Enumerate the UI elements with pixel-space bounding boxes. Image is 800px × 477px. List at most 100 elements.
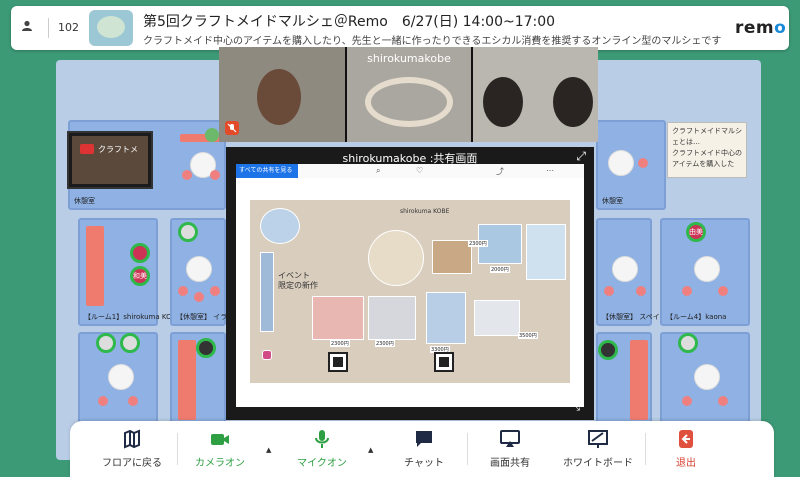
play-icon (80, 144, 94, 154)
flyer-photo (260, 252, 274, 332)
qr-code (434, 352, 454, 372)
exit-icon (646, 429, 726, 449)
toolbar-divider (177, 433, 178, 465)
screen-share-button-label: 画面共有 (490, 458, 530, 469)
chat-button-label: チャット (404, 458, 444, 469)
event-logo (89, 10, 133, 46)
seat[interactable] (718, 286, 728, 296)
video-board-text: クラフトメ (98, 145, 138, 154)
flyer-brand: shirokuma KOBE (400, 208, 450, 215)
flyer-photo (312, 296, 364, 340)
room-table (108, 364, 134, 390)
mic-button-label: マイクオン (297, 458, 347, 469)
seat[interactable] (210, 286, 220, 296)
video-strip: shirokumakobe (219, 47, 598, 142)
qr-code (328, 352, 348, 372)
video-tile-name: shirokumakobe (367, 52, 451, 65)
room-table (186, 256, 212, 282)
flyer-photo (368, 230, 424, 286)
mic-options-caret[interactable]: ▲ (368, 446, 373, 454)
divider (48, 18, 49, 38)
collapse-icon[interactable]: ⤡ (571, 400, 580, 414)
camera-button[interactable]: カメラオン (180, 429, 260, 473)
flyer-photo (426, 292, 466, 344)
room-label: 【休憩室】 スペイン (602, 313, 667, 321)
seat[interactable] (182, 170, 192, 180)
remo-logo: remo (735, 18, 787, 38)
flyer-photo (368, 296, 416, 340)
bottom-toolbar: フロアに戻る カメラオン ▲ マイクオン ▲ チャット 画面共有 ホワイトボード (70, 421, 774, 477)
room-label: 【ルーム4】kaona (666, 313, 727, 321)
seat[interactable] (604, 286, 614, 296)
floor-button[interactable]: フロアに戻る (92, 429, 172, 473)
attendee-avatar[interactable] (196, 338, 216, 358)
expand-icon[interactable]: ⤢ (576, 149, 586, 164)
video-board-screen: クラフトメ (72, 136, 148, 184)
whiteboard-button[interactable]: ホワイトボード (558, 429, 638, 473)
heart-icon: ♡ (416, 166, 424, 175)
attendee-avatar[interactable] (130, 243, 150, 263)
flyer-price: 2300円 (468, 240, 488, 247)
seat[interactable] (98, 396, 108, 406)
seat[interactable] (194, 292, 204, 302)
room-lower-left[interactable] (78, 332, 158, 424)
floor-note-board[interactable]: クラフトメイドマルシェとは… クラフトメイド中心のアイテムを購入した (667, 122, 747, 178)
attendee-avatar[interactable] (678, 333, 698, 353)
camera-options-caret[interactable]: ▲ (266, 446, 271, 454)
seat[interactable] (636, 286, 646, 296)
attendee-avatar[interactable] (598, 340, 618, 360)
flyer-photo (474, 300, 520, 336)
attendee-avatar-kazumi[interactable]: 和美 (130, 266, 150, 286)
event-header: 102 第5回クラフトメイドマルシェ＠Remo 6/27(日) 14:00~17… (11, 6, 789, 50)
seat[interactable] (128, 396, 138, 406)
share-icon: ⤴ (496, 167, 504, 176)
attendee-avatar-yumi[interactable]: 由美 (686, 222, 706, 242)
seat[interactable] (682, 286, 692, 296)
seat[interactable] (178, 286, 188, 296)
attendee-avatar[interactable] (96, 333, 116, 353)
seat[interactable] (638, 158, 648, 168)
room-rest-spain[interactable]: 【休憩室】 スペイン (596, 218, 667, 326)
exit-button[interactable]: 退出 (646, 429, 726, 473)
room-label: 休憩室 (74, 197, 95, 205)
room-table (694, 256, 720, 282)
flyer-price: 2300円 (330, 340, 350, 347)
room-label: 【ルーム1】shirokuma KOBE (84, 313, 181, 321)
plant-icon (205, 128, 219, 142)
video-tile[interactable] (219, 47, 345, 142)
screen-share-icon (470, 429, 550, 449)
attendee-count[interactable]: 102 (58, 21, 79, 34)
chat-button[interactable]: チャット (384, 429, 464, 473)
note-line: クラフトメイドマルシェとは… (672, 127, 742, 146)
chat-icon (384, 429, 464, 449)
flyer-price: 3500円 (518, 332, 538, 339)
flyer-logo (260, 208, 300, 244)
room-rest-right[interactable]: 休憩室 (596, 120, 666, 210)
bench (630, 340, 648, 420)
seat[interactable] (210, 170, 220, 180)
shared-app-toolbar: すべての共有を見る ⌕ ♡ ⤴ ⋯ (236, 164, 584, 178)
mic-button[interactable]: マイクオン (282, 429, 362, 473)
shared-toolbar-button[interactable]: すべての共有を見る (236, 164, 298, 178)
mic-muted-icon (225, 121, 239, 135)
room-lower-right-2[interactable] (660, 332, 750, 424)
video-tile[interactable] (473, 47, 598, 142)
search-icon: ⌕ (376, 166, 381, 175)
attendee-avatar[interactable] (120, 333, 140, 353)
seat[interactable] (718, 396, 728, 406)
bench (178, 340, 196, 420)
exit-button-label: 退出 (676, 458, 696, 469)
flyer-photo (432, 240, 472, 274)
whiteboard-button-label: ホワイトボード (563, 458, 633, 469)
menu-icon: ⋯ (546, 166, 554, 175)
flyer-price: 2000円 (490, 266, 510, 273)
room-table (612, 256, 638, 282)
flyer-price: 2300円 (375, 340, 395, 347)
floor-video-board[interactable]: クラフトメ (67, 131, 153, 189)
seat[interactable] (682, 396, 692, 406)
attendee-avatar[interactable] (178, 222, 198, 242)
screen-share-button[interactable]: 画面共有 (470, 429, 550, 473)
screen-share-panel: shirokumakobe :共有画面 ⤢ すべての共有を見る ⌕ ♡ ⤴ ⋯ … (226, 147, 594, 420)
shared-flyer: イベント 限定の新作 shirokuma KOBE 2300円 2300円 23… (250, 200, 570, 383)
shared-document: イベント 限定の新作 shirokuma KOBE 2300円 2300円 23… (236, 178, 584, 407)
